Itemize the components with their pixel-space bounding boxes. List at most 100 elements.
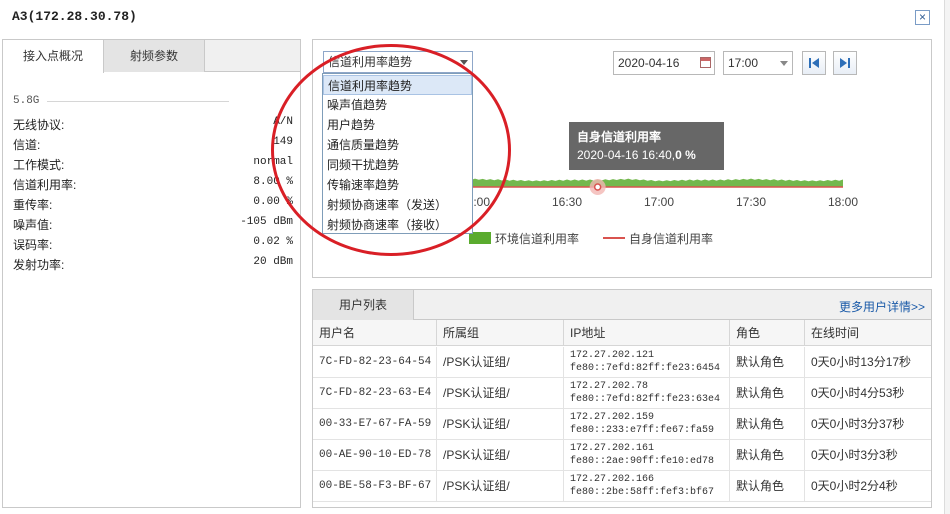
rf-prop-row: 无线协议: A/N — [13, 116, 295, 136]
rf-prop-value: 0.00 % — [253, 196, 293, 208]
cell-role: 默认角色 — [730, 471, 805, 502]
cell-ipv4: 172.27.202.121 — [570, 350, 655, 361]
col-group[interactable]: 所属组 — [437, 320, 564, 346]
rf-prop-label: 工作模式: — [13, 158, 65, 172]
col-role[interactable]: 角色 — [730, 320, 805, 346]
window-edge — [944, 0, 950, 514]
table-row[interactable]: 00-33-E7-67-FA-59/PSK认证组/172.27.202.159f… — [313, 409, 931, 440]
x-tick-label: 16:30 — [552, 195, 582, 209]
x-tick-label: 17:00 — [644, 195, 674, 209]
cell-username: 00-BE-58-F3-BF-67 — [313, 471, 437, 502]
cell-group: /PSK认证组/ — [437, 378, 564, 409]
dropdown-option[interactable]: 通信质量趋势 — [323, 135, 472, 155]
cell-ipv6: fe80::7efd:82ff:fe23:6454 — [570, 363, 721, 374]
cell-username: 00-AE-90-10-ED-78 — [313, 440, 437, 471]
rf-prop-label: 重传率: — [13, 198, 53, 212]
cell-username: 00-33-E7-67-FA-59 — [313, 409, 437, 440]
x-tick-label: 17:30 — [736, 195, 766, 209]
cell-ip: 172.27.202.161 fe80::2ae:90ff:fe10:ed78 — [564, 440, 730, 471]
dropdown-option[interactable]: 传输速率趋势 — [323, 175, 472, 195]
table-row[interactable]: 00-BE-58-F3-BF-67/PSK认证组/172.27.202.166f… — [313, 471, 931, 502]
tab-user-list[interactable]: 用户列表 — [313, 290, 414, 320]
x-tick-label: 18:00 — [828, 195, 858, 209]
rf-prop-value: 8.00 % — [253, 176, 293, 188]
rf-prop-value: normal — [253, 156, 293, 168]
cell-ipv4: 172.27.202.161 — [570, 443, 655, 454]
user-table-header: 用户名 所属组 IP地址 角色 在线时间 — [313, 320, 931, 346]
close-button[interactable]: × — [915, 10, 930, 25]
rf-prop-label: 信道利用率: — [13, 178, 77, 192]
rf-prop-row: 信道: 149 — [13, 136, 295, 156]
rf-prop-label: 发射功率: — [13, 258, 65, 272]
cell-ip: 172.27.202.121fe80::7efd:82ff:fe23:6454 — [564, 347, 730, 378]
rf-prop-label: 信道: — [13, 138, 41, 152]
cell-group: /PSK认证组/ — [437, 440, 564, 471]
band-divider — [47, 101, 229, 102]
rf-prop-row: 工作模式: normal — [13, 156, 295, 176]
window-titlebar: A3(172.28.30.78) × — [0, 0, 950, 36]
more-users-link[interactable]: 更多用户详情>> — [839, 298, 925, 315]
cell-ipv6: fe80::7efd:82ff:fe23:63e4 — [570, 394, 721, 405]
dropdown-option[interactable]: 同频干扰趋势 — [323, 155, 472, 175]
trend-dropdown-list: 信道利用率趋势 噪声值趋势 用户趋势 通信质量趋势 同频干扰趋势 传输速率趋势 射频协商速率… — [322, 73, 473, 234]
dropdown-option[interactable]: 用户趋势 — [323, 115, 472, 135]
cell-role: 默认角色 — [730, 440, 805, 471]
legend-swatch-self — [603, 237, 625, 239]
cell-ipv4: 172.27.202.166 — [570, 474, 655, 485]
band-label: 5.8G — [13, 95, 40, 107]
cell-username: 7C-FD-82-23-64-54 — [313, 347, 437, 378]
table-row[interactable]: 00-AE-90-10-ED-78/PSK认证组/172.27.202.161 f… — [313, 440, 931, 471]
window-title: A3(172.28.30.78) — [12, 9, 137, 24]
cell-role: 默认角色 — [730, 378, 805, 409]
cell-online-time: 0天0小时4分53秒 — [811, 386, 905, 400]
cell-ipv4: 172.27.202.78 — [570, 381, 649, 392]
legend-label-self: 自身信道利用率 — [629, 232, 714, 246]
dropdown-option[interactable]: 信道利用率趋势 — [323, 75, 472, 95]
table-row[interactable]: 7C-FD-82-23-64-54/PSK认证组/172.27.202.121 f… — [313, 347, 931, 378]
left-panel: 接入点概况 射频参数 5.8G 无线协议: A/N 信道: 149 工作模式: norma… — [2, 39, 301, 508]
user-list-panel: 用户列表 更多用户详情>> 用户名 所属组 IP地址 角色 在线时间 7C-FD… — [312, 289, 932, 508]
rf-prop-value: 149 — [273, 136, 293, 148]
cell-ip: 172.27.202.78fe80::7efd:82ff:fe23:63e4 — [564, 378, 730, 409]
cell-ipv6: fe80::233:e7ff:fe67:fa59 — [570, 425, 715, 436]
rf-prop-value: -105 dBm — [240, 216, 293, 228]
tab-ap-overview[interactable]: 接入点概况 — [3, 40, 104, 73]
rf-prop-value: A/N — [273, 116, 293, 128]
cell-group: /PSK认证组/ — [437, 471, 564, 502]
cell-online-time: 0天0小时3分3秒 — [811, 448, 898, 462]
cell-ipv6: fe80::2be:58ff:fef3:bf67 — [570, 487, 715, 498]
rf-prop-label: 无线协议: — [13, 118, 65, 132]
rf-prop-value: 0.02 % — [253, 236, 293, 248]
rf-prop-row: 发射功率: 20 dBm — [13, 256, 295, 276]
cell-username: 7C-FD-82-23-63-E4 — [313, 378, 437, 409]
cell-group: /PSK认证组/ — [437, 409, 564, 440]
col-ip[interactable]: IP地址 — [564, 320, 730, 346]
user-tabbar: 用户列表 更多用户详情>> — [313, 290, 931, 320]
left-tabbar: 接入点概况 射频参数 — [3, 40, 300, 73]
cell-ip: 172.27.202.159fe80::233:e7ff:fe67:fa59 — [564, 409, 730, 440]
dropdown-option[interactable]: 噪声值趋势 — [323, 95, 472, 115]
table-row[interactable]: 7C-FD-82-23-63-E4/PSK认证组/172.27.202.78fe… — [313, 378, 931, 409]
close-icon: × — [918, 10, 926, 24]
chart-tooltip: 自身信道利用率 2020-04-16 16:40,0 % — [569, 122, 724, 170]
cell-online-time: 0天0小时13分17秒 — [811, 355, 912, 369]
cell-online-time: 0天0小时3分37秒 — [811, 417, 905, 431]
legend-self[interactable]: 自身信道利用率 — [603, 230, 723, 246]
cell-role: 默认角色 — [730, 347, 805, 378]
rf-prop-label: 噪声值: — [13, 218, 53, 232]
col-username[interactable]: 用户名 — [313, 320, 437, 346]
dropdown-option[interactable]: 射频协商速率（接收） — [323, 215, 472, 235]
cell-ip: 172.27.202.166fe80::2be:58ff:fef3:bf67 — [564, 471, 730, 502]
tab-rf-params[interactable]: 射频参数 — [104, 40, 205, 72]
cell-ipv4: 172.27.202.159 — [570, 412, 655, 423]
legend-label-env: 环境信道利用率 — [495, 232, 580, 246]
legend-env[interactable]: 环境信道利用率 — [469, 230, 589, 246]
rf-prop-row: 信道利用率: 8.00 % — [13, 176, 295, 196]
highlight-point — [593, 183, 602, 191]
rf-prop-row: 重传率: 0.00 % — [13, 196, 295, 216]
tooltip-value: 2020-04-16 16:40,0 % — [577, 148, 696, 162]
dropdown-option[interactable]: 射频协商速率（发送） — [323, 195, 472, 215]
col-online-time[interactable]: 在线时间 — [805, 320, 931, 346]
rf-prop-row: 误码率: 0.02 % — [13, 236, 295, 256]
cell-role: 默认角色 — [730, 409, 805, 440]
